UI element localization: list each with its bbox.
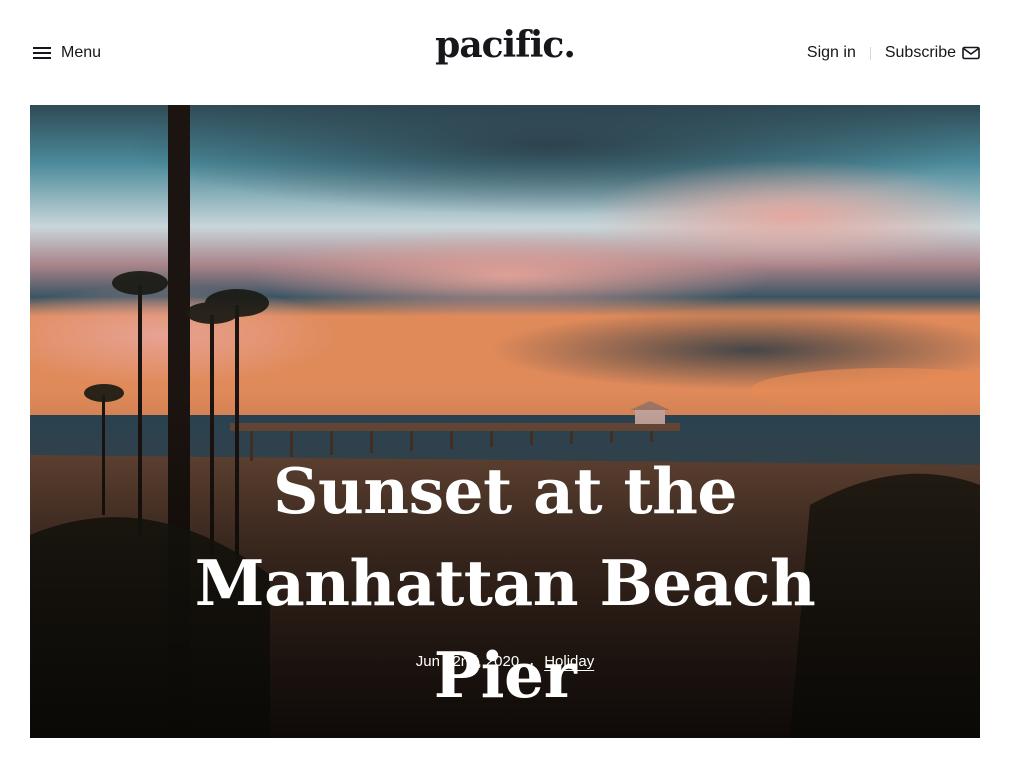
post-title[interactable]: Sunset at the Manhattan Beach Pier: [30, 445, 980, 721]
subscribe-label: Subscribe: [884, 44, 956, 61]
post-tag-link[interactable]: Holiday: [544, 653, 594, 670]
featured-post[interactable]: Sunset at the Manhattan Beach Pier Jun 2…: [30, 105, 980, 738]
envelope-icon: [962, 46, 980, 60]
sign-in-link[interactable]: Sign in: [807, 44, 856, 62]
subscribe-button[interactable]: Subscribe: [885, 44, 980, 62]
meta-separator: .: [529, 649, 535, 669]
post-date: Jun 22nd, 2020: [415, 653, 520, 670]
header-divider: [869, 46, 871, 60]
post-meta: Jun 22nd, 2020 . Holiday: [30, 649, 980, 670]
site-header: Menu pacific. Sign in Subscribe: [0, 0, 1010, 105]
header-actions: Sign in Subscribe: [807, 40, 980, 66]
